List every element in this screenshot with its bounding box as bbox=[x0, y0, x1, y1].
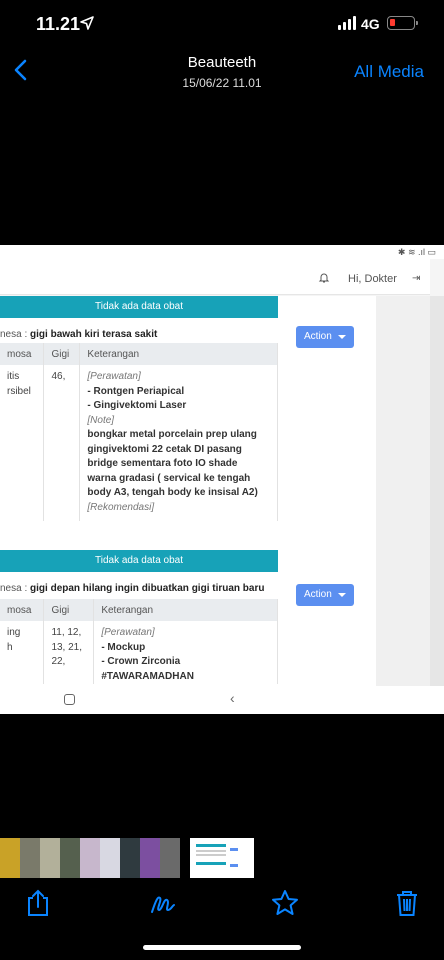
no-medicine-banner: Tidak ada data obat bbox=[0, 550, 278, 572]
thumbnail-strip[interactable] bbox=[0, 838, 444, 878]
android-back-icon: ‹ bbox=[230, 690, 235, 706]
anamnesa-line: nesa : gigi bawah kiri terasa sakit bbox=[0, 329, 158, 340]
keterangan-line: body A3, tengah body ke insisal A2) bbox=[87, 487, 258, 498]
gigi-cell: 46, bbox=[43, 365, 81, 521]
keterangan-line: bridge sementara foto IO shade bbox=[87, 458, 238, 469]
keterangan-line: [Rekomendasi] bbox=[87, 501, 155, 513]
anamnesa-text: gigi bawah kiri terasa sakit bbox=[30, 329, 158, 340]
diagnosa-cell: itis rsibel bbox=[0, 365, 45, 521]
greeting: Hi, Dokter bbox=[348, 273, 397, 285]
column-header: mosa bbox=[0, 599, 45, 621]
photo-image: ✱ ≋ .ıl ▭ Hi, Dokter ⇥ Tidak ada data ob… bbox=[0, 245, 444, 714]
embedded-status-bar: ✱ ≋ .ıl ▭ bbox=[0, 245, 444, 259]
table-row: ing h 11, 12, 13, 21, 22, [Perawatan] - M… bbox=[0, 621, 278, 684]
keterangan-line: - Mockup bbox=[101, 641, 146, 653]
home-indicator bbox=[143, 945, 301, 950]
favorite-icon[interactable] bbox=[270, 888, 300, 918]
keterangan-line: bongkar metal porcelain prep ulang bbox=[87, 429, 257, 440]
location-arrow-icon bbox=[80, 16, 94, 33]
action-button[interactable]: Action bbox=[296, 584, 354, 606]
thumbnail[interactable] bbox=[20, 838, 40, 878]
keterangan-line: #TAWARAMADHAN bbox=[101, 670, 194, 682]
trash-icon[interactable] bbox=[394, 888, 420, 918]
no-medicine-banner: Tidak ada data obat bbox=[0, 296, 278, 318]
embedded-android-navbar: ‹ bbox=[0, 686, 444, 714]
network-type: 4G bbox=[361, 16, 380, 32]
photo-nav-bar: Beauteeth 15/06/22 11.01 All Media bbox=[0, 48, 444, 96]
record-table: mosa Gigi Keterangan itis rsibel 46, [Pe… bbox=[0, 343, 278, 521]
all-media-button[interactable]: All Media bbox=[354, 62, 424, 82]
android-home-icon bbox=[64, 694, 75, 705]
records-panel: Tidak ada data obat nesa : gigi bawah ki… bbox=[0, 296, 376, 686]
thumbnail[interactable] bbox=[100, 838, 120, 878]
column-header: mosa bbox=[0, 343, 45, 365]
anamnesa-line: nesa : gigi depan hilang ingin dibuatkan… bbox=[0, 583, 265, 594]
logout-icon: ⇥ bbox=[412, 273, 421, 284]
embedded-app-bar: Hi, Dokter ⇥ bbox=[0, 259, 430, 295]
battery-icon bbox=[387, 16, 418, 30]
thumbnail[interactable] bbox=[120, 838, 140, 878]
keterangan-line: warna gradasi ( servical ke tengah bbox=[87, 472, 251, 484]
thumbnail[interactable] bbox=[160, 838, 180, 878]
thumbnail-selected[interactable] bbox=[190, 838, 254, 878]
column-header: Gigi bbox=[43, 599, 95, 621]
thumbnail[interactable] bbox=[60, 838, 80, 878]
keterangan-line: gingivektomi 22 cetak DI pasang bbox=[87, 443, 242, 455]
markup-icon[interactable] bbox=[148, 888, 178, 918]
anamnesa-text: gigi depan hilang ingin dibuatkan gigi t… bbox=[30, 583, 265, 594]
keterangan-line: - Crown Zirconia bbox=[101, 656, 181, 667]
keterangan-line: - Rontgen Periapical bbox=[87, 385, 185, 397]
thumbnail[interactable] bbox=[140, 838, 160, 878]
bell-icon bbox=[318, 271, 330, 283]
keterangan-cell: [Perawatan] - Rontgen Periapical - Gingive… bbox=[79, 365, 278, 521]
keterangan-line: [Perawatan] bbox=[101, 627, 155, 638]
column-header: Keterangan bbox=[93, 599, 278, 621]
side-panel bbox=[376, 296, 444, 686]
keterangan-cell: [Perawatan] - Mockup - Crown Zirconia #TAWA… bbox=[93, 621, 278, 684]
status-bar: 11.21 4G bbox=[0, 0, 444, 48]
table-row: itis rsibel 46, [Perawatan] - Rontgen Per… bbox=[0, 365, 278, 521]
column-header: Keterangan bbox=[79, 343, 278, 365]
keterangan-line: [Note] bbox=[87, 414, 115, 426]
keterangan-line: - Gingivektomi Laser bbox=[87, 400, 187, 411]
diagnosa-cell: ing h bbox=[0, 621, 45, 684]
column-header: Gigi bbox=[43, 343, 81, 365]
keterangan-line: [Perawatan] bbox=[87, 371, 141, 382]
thumbnail[interactable] bbox=[0, 838, 20, 878]
share-icon[interactable] bbox=[24, 888, 52, 918]
gigi-cell: 11, 12, 13, 21, 22, bbox=[43, 621, 95, 684]
thumbnail[interactable] bbox=[40, 838, 60, 878]
status-time: 11.21 bbox=[36, 14, 81, 34]
record-table: mosa Gigi Keterangan ing h 11, 12, 13, 2… bbox=[0, 599, 278, 684]
signal-icon bbox=[338, 16, 358, 30]
thumbnail[interactable] bbox=[80, 838, 100, 878]
action-button[interactable]: Action bbox=[296, 326, 354, 348]
